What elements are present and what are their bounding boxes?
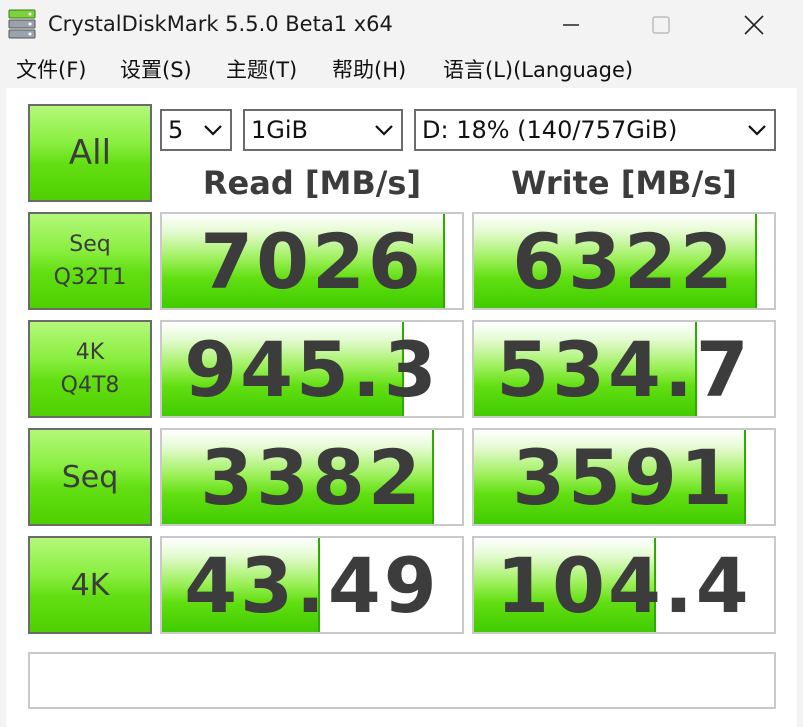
drive-value: D: 18% (140/757GiB) <box>422 116 678 144</box>
result-cell-write: 104.4 <box>472 536 776 634</box>
maximize-icon <box>652 16 670 34</box>
chevron-down-icon <box>204 125 222 136</box>
result-cell-write: 6322 <box>472 212 776 310</box>
read-value: 3382 <box>200 432 424 522</box>
close-icon <box>744 15 764 35</box>
seq-test-button[interactable]: Seq <box>28 428 152 526</box>
menu-bar: 文件(F) 设置(S) 主题(T) 帮助(H) 语言(L)(Language) <box>0 50 803 86</box>
read-value: 43.49 <box>184 540 440 630</box>
maximize-button[interactable] <box>621 0 701 50</box>
chevron-down-icon <box>748 125 766 136</box>
4k-q4t8-test-button[interactable]: 4K Q4T8 <box>28 320 152 418</box>
menu-help[interactable]: 帮助(H) <box>332 54 406 84</box>
read-value: 945.3 <box>184 324 440 414</box>
menu-file[interactable]: 文件(F) <box>16 54 86 84</box>
result-cell-write: 3591 <box>472 428 776 526</box>
result-cell-read: 945.3 <box>160 320 464 418</box>
menu-settings[interactable]: 设置(S) <box>120 54 192 84</box>
drive-select[interactable]: D: 18% (140/757GiB) <box>414 109 776 151</box>
result-cell-read: 7026 <box>160 212 464 310</box>
test-size-select[interactable]: 1GiB <box>243 109 403 151</box>
result-cell-read: 3382 <box>160 428 464 526</box>
chevron-down-icon <box>375 125 393 136</box>
write-value: 3591 <box>512 432 736 522</box>
crystaldiskmark-app-icon <box>8 9 36 39</box>
write-value: 6322 <box>512 216 736 306</box>
minimize-icon <box>563 24 579 26</box>
test-count-value: 5 <box>168 116 184 144</box>
close-button[interactable] <box>714 0 794 50</box>
menu-language[interactable]: 语言(L)(Language) <box>443 54 633 84</box>
write-value: 534.7 <box>496 324 752 414</box>
write-value: 104.4 <box>496 540 752 630</box>
4k-test-button[interactable]: 4K <box>28 536 152 634</box>
app-window: CrystalDiskMark 5.5.0 Beta1 x64 文件(F) 设置… <box>0 0 803 727</box>
all-button[interactable]: All <box>28 104 152 202</box>
minimize-button[interactable] <box>531 0 611 50</box>
read-column-header: Read [MB/s] <box>202 164 422 202</box>
window-title: CrystalDiskMark 5.5.0 Beta1 x64 <box>48 12 393 36</box>
comment-field[interactable] <box>28 652 776 709</box>
menu-theme[interactable]: 主题(T) <box>226 54 297 84</box>
write-column-header: Write [MB/s] <box>511 164 737 202</box>
test-size-value: 1GiB <box>251 116 308 144</box>
test-count-select[interactable]: 5 <box>160 109 232 151</box>
title-bar[interactable]: CrystalDiskMark 5.5.0 Beta1 x64 <box>0 0 803 50</box>
read-value: 7026 <box>200 216 424 306</box>
seq-q32t1-test-button[interactable]: Seq Q32T1 <box>28 212 152 310</box>
result-cell-read: 43.49 <box>160 536 464 634</box>
result-cell-write: 534.7 <box>472 320 776 418</box>
